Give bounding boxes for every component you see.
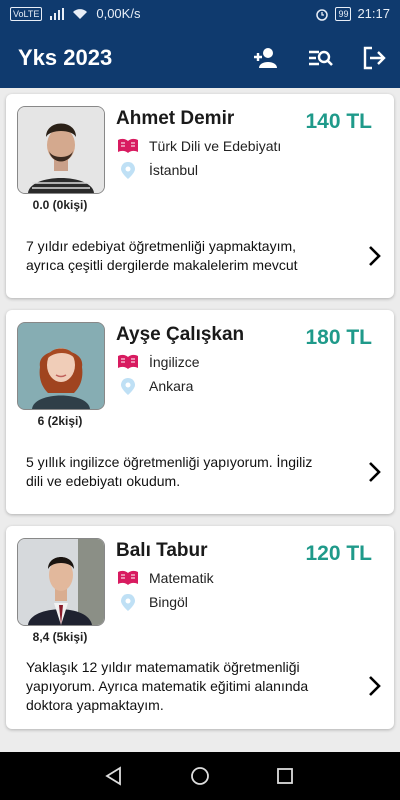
location-icon [121,378,135,395]
teacher-card[interactable]: 0.0 (0kişi) Ahmet Demir 140 TL Türk Dili… [6,94,394,298]
description: 7 yıldır edebiyat öğretmenliği yapmaktay… [26,238,298,273]
teacher-photo [18,539,104,625]
teacher-list: 0.0 (0kişi) Ahmet Demir 140 TL Türk Dili… [0,88,400,752]
description: 5 yıllık ingilizce öğretmenliği yapıyoru… [26,454,313,489]
price: 120 TL [305,542,372,565]
signal-icon [50,7,65,20]
teacher-card[interactable]: 8,4 (5kişi) Balı Tabur 120 TL Matematik … [6,526,394,729]
network-speed: 0,00K/s [96,6,141,21]
chevron-right-icon[interactable] [364,244,384,268]
rating: 8,4 (5kişi) [32,630,88,644]
teacher-photo [18,107,104,193]
system-nav-bar [0,752,400,800]
subject: Matematik [149,570,214,586]
city: Ankara [149,378,194,394]
status-bar: VoLTE 0,00K/s 99 21:17 [0,0,400,28]
search-list-icon[interactable] [306,44,334,72]
book-icon [118,354,138,369]
clock: 21:17 [357,6,390,21]
wifi-icon [73,8,88,19]
city: İstanbul [149,162,199,178]
book-icon [118,138,138,153]
chevron-right-icon[interactable] [364,460,384,484]
price: 180 TL [305,326,372,349]
avatar [17,538,105,626]
subject: Türk Dili ve Edebiyatı [149,138,282,154]
chevron-right-icon[interactable] [364,674,384,698]
back-icon[interactable] [104,766,124,786]
description: Yaklaşık 12 yıldır matemamatik öğretmenl… [26,659,309,713]
city: Bingöl [149,594,188,610]
teacher-name: Ayşe Çalışkan [116,324,245,345]
teacher-name: Balı Tabur [116,540,208,561]
teacher-name: Ahmet Demir [116,108,235,129]
location-icon [121,594,135,611]
rating: 6 (2kişi) [37,414,83,428]
recents-icon[interactable] [275,766,295,786]
carrier-badge: VoLTE [10,6,43,21]
home-icon[interactable] [190,766,210,786]
avatar [17,322,105,410]
battery-level: 99 [335,6,352,21]
add-user-icon[interactable] [252,44,280,72]
avatar [17,106,105,194]
price: 140 TL [305,110,372,133]
logout-icon[interactable] [360,44,388,72]
alarm-icon [316,8,329,21]
app-title: Yks 2023 [18,45,113,70]
location-icon [121,162,135,179]
teacher-photo [18,323,104,409]
subject: İngilizce [149,354,200,370]
rating: 0.0 (0kişi) [32,198,88,212]
book-icon [118,570,138,585]
app-bar: Yks 2023 [0,28,400,88]
teacher-card[interactable]: 6 (2kişi) Ayşe Çalışkan 180 TL İngilizce… [6,310,394,514]
